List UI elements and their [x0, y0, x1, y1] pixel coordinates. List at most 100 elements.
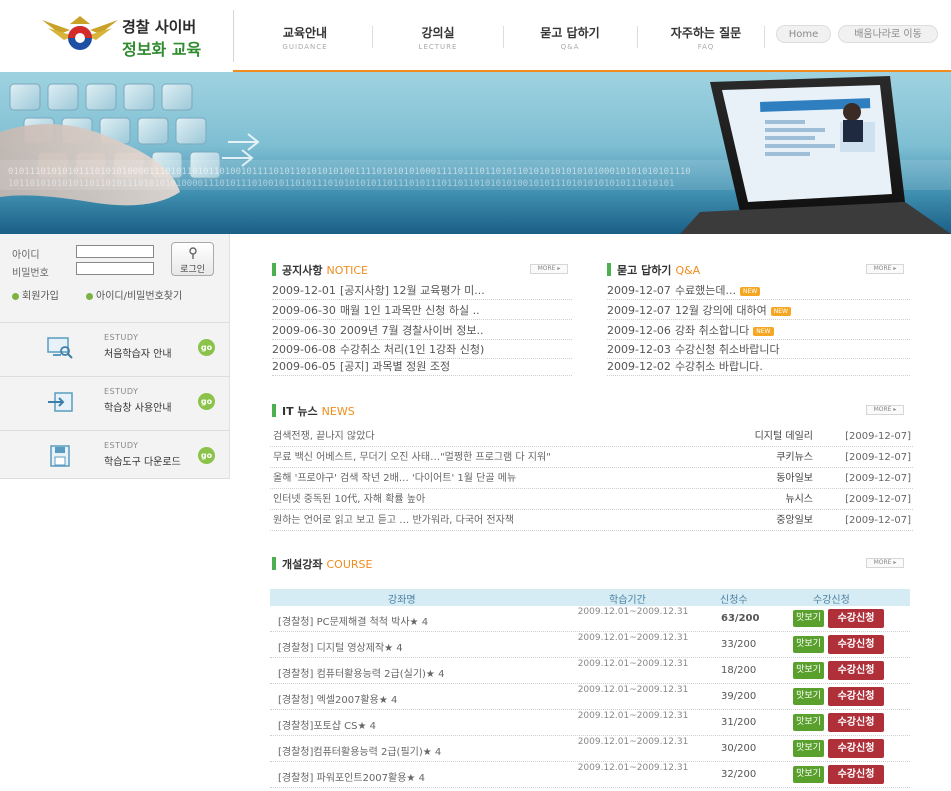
news-more-button[interactable]: MORE ▸ [866, 405, 904, 415]
svg-text:010111010101011101010100001110: 0101110101010111010101000011101011010110… [8, 167, 691, 177]
apply-button[interactable]: 수강신청 [828, 713, 884, 732]
nav-lecture[interactable]: 강의실 LECTURE [408, 24, 468, 51]
apply-button[interactable]: 수강신청 [828, 661, 884, 680]
news-source: 동아일보 [776, 473, 813, 484]
arrow-window-icon [48, 392, 73, 412]
course-name[interactable]: [경찰청]컴퓨터활용능력 2급(필기)★ 4 [278, 743, 441, 758]
qna-item[interactable]: 2009-12-07 수료했는데... NEW [607, 282, 910, 300]
qna-item[interactable]: 2009-12-03 수강신청 취소바랍니다 [607, 341, 910, 359]
news-item[interactable]: 검색전쟁, 끝나지 않았다 디지털 데일리 [2009-12-07] [270, 427, 913, 447]
news-item[interactable]: 올해 '프로야구' 검색 작년 2배… '다이어트' 1월 단골 메뉴 동아일보 [… [270, 469, 913, 489]
find-account-link-label: 아이디/비밀번호찾기 [96, 291, 183, 302]
course-row: [경찰청] 컴퓨터활용능력 2급(실기)★ 4 2009.12.01~2009.… [270, 658, 910, 684]
site-logo[interactable]: 경찰 사이버 정보화 교육 [40, 10, 220, 62]
section-marker [272, 404, 276, 417]
notice-item[interactable]: 2009-06-08 수강취소 처리(1인 1강좌 신청) [272, 341, 572, 359]
course-name[interactable]: [경찰청] 엑셀2007활용★ 4 [278, 691, 397, 706]
qna-text: 강좌 취소합니다 [674, 324, 750, 337]
news-date: [2009-12-07] [845, 473, 911, 484]
qna-item[interactable]: 2009-12-06 강좌 취소합니다 NEW [607, 322, 910, 340]
notice-item[interactable]: 2009-06-30 2009년 7월 경찰사이버 정보.. [272, 322, 572, 340]
find-account-link[interactable]: 아이디/비밀번호찾기 [86, 287, 182, 302]
qna-more-button[interactable]: MORE ▸ [866, 264, 904, 274]
col-count: 신청수 [720, 595, 748, 606]
id-input[interactable] [76, 245, 154, 258]
baeumnara-link-button[interactable]: 배움나라로 이동 [838, 25, 938, 43]
course-period: 2009.12.01~2009.12.31 [577, 763, 689, 773]
notice-title-ko: 공지사항 [282, 264, 323, 277]
col-period: 학습기간 [609, 595, 646, 606]
course-name[interactable]: [경찰청] 디지털 영상제작★ 4 [278, 639, 403, 654]
apply-button[interactable]: 수강신청 [828, 687, 884, 706]
home-button[interactable]: Home [776, 25, 831, 43]
preview-button[interactable]: 맛보기 [793, 636, 824, 653]
course-row: [경찰청] PC문제해결 척척 박사★ 4 2009.12.01~2009.12… [270, 606, 910, 632]
nav-faq[interactable]: 자주하는 질문 FAQ [661, 24, 751, 51]
apply-button[interactable]: 수강신청 [828, 765, 884, 784]
floppy-disk-icon [50, 445, 70, 467]
qna-text: 수강취소 바랍니다. [674, 360, 763, 373]
preview-button[interactable]: 맛보기 [793, 662, 824, 679]
course-name[interactable]: [경찰청] PC문제해결 척척 박사★ 4 [278, 613, 428, 628]
apply-button[interactable]: 수강신청 [828, 635, 884, 654]
guide-small-label: ESTUDY [104, 387, 139, 396]
apply-button[interactable]: 수강신청 [828, 739, 884, 758]
notice-item[interactable]: 2009-06-05 [공지] 과목별 정원 조정 [272, 358, 572, 376]
preview-button[interactable]: 맛보기 [793, 688, 824, 705]
notice-item[interactable]: 2009-06-30 매월 1인 1과목만 신청 하실 .. [272, 302, 572, 320]
course-name[interactable]: [경찰청]포토샵 CS★ 4 [278, 717, 376, 732]
guide-label: 학습창 사용안내 [104, 403, 172, 414]
nav-qna[interactable]: 묻고 답하기 Q&A [530, 24, 610, 51]
notice-text: [공지사항] 12월 교육평가 미... [339, 284, 485, 297]
course-name[interactable]: [경찰청] 컴퓨터활용능력 2급(실기)★ 4 [278, 665, 444, 680]
course-count: 33/200 [721, 639, 757, 650]
nav-guidance[interactable]: 교육안내 GUIDANCE [270, 24, 340, 51]
password-input[interactable] [76, 262, 154, 275]
go-button[interactable]: go [198, 447, 215, 464]
preview-button[interactable]: 맛보기 [793, 714, 824, 731]
news-headline: 인터넷 중독된 10代, 자해 확률 높아 [273, 494, 426, 505]
qna-item[interactable]: 2009-12-07 12월 강의에 대하여 NEW [607, 302, 910, 320]
news-item[interactable]: 원하는 언어로 읽고 보고 듣고 … 반가워라, 다국어 전자책 중앙일보 [200… [270, 511, 913, 531]
nav-faq-sub: FAQ [697, 43, 715, 51]
nav-guidance-sub: GUIDANCE [282, 43, 328, 51]
notice-more-button[interactable]: MORE ▸ [530, 264, 568, 274]
course-period: 2009.12.01~2009.12.31 [577, 633, 689, 643]
qna-date: 2009-12-07 [607, 304, 671, 317]
login-button[interactable]: 로그인 [171, 242, 214, 276]
guide-first-learner[interactable]: ESTUDY 처음학습자 안내 go [0, 322, 230, 376]
go-button[interactable]: go [198, 339, 215, 356]
bullet-icon [86, 293, 93, 300]
go-button[interactable]: go [198, 393, 215, 410]
news-source: 쿠키뉴스 [776, 452, 813, 463]
course-row: [경찰청] 파워포인트2007활용★ 4 2009.12.01~2009.12.… [270, 762, 910, 788]
news-item[interactable]: 무료 백신 어베스트, 무더기 오진 사태…"멀쩡한 프로그램 다 지워" 쿠키뉴… [270, 448, 913, 468]
notice-text: 매월 1인 1과목만 신청 하실 .. [339, 304, 480, 317]
notice-text: [공지] 과목별 정원 조정 [339, 360, 451, 373]
signup-link[interactable]: 회원가입 [12, 287, 59, 302]
police-emblem-icon [42, 16, 118, 50]
preview-button[interactable]: 맛보기 [793, 610, 824, 627]
news-item[interactable]: 인터넷 중독된 10代, 자해 확률 높아 뉴시스 [2009-12-07] [270, 490, 913, 510]
apply-button[interactable]: 수강신청 [828, 609, 884, 628]
login-button-label: 로그인 [180, 265, 205, 275]
notice-date: 2009-06-05 [272, 360, 336, 373]
preview-button[interactable]: 맛보기 [793, 766, 824, 783]
notice-title-en: NOTICE [326, 264, 368, 277]
guide-download-tools[interactable]: ESTUDY 학습도구 다운로드 go [0, 430, 230, 479]
course-row: [경찰청] 디지털 영상제작★ 4 2009.12.01~2009.12.31 … [270, 632, 910, 658]
notice-item[interactable]: 2009-12-01 [공지사항] 12월 교육평가 미... [272, 282, 572, 300]
new-badge: NEW [770, 307, 791, 316]
col-apply: 수강신청 [813, 595, 850, 606]
qna-text: 수료했는데... [674, 284, 737, 297]
qna-item[interactable]: 2009-12-02 수강취소 바랍니다. [607, 358, 910, 376]
id-label: 아이디 [12, 250, 40, 261]
guide-study-window[interactable]: ESTUDY 학습창 사용안내 go [0, 376, 230, 430]
course-period: 2009.12.01~2009.12.31 [577, 659, 689, 669]
course-more-button[interactable]: MORE ▸ [866, 558, 904, 568]
course-title-ko: 개설강좌 [282, 558, 323, 571]
keyboard-laptop-banner-image: 0101110101010111010101000011101011010110… [0, 76, 951, 234]
course-name[interactable]: [경찰청] 파워포인트2007활용★ 4 [278, 769, 425, 784]
news-date: [2009-12-07] [845, 431, 911, 442]
preview-button[interactable]: 맛보기 [793, 740, 824, 757]
